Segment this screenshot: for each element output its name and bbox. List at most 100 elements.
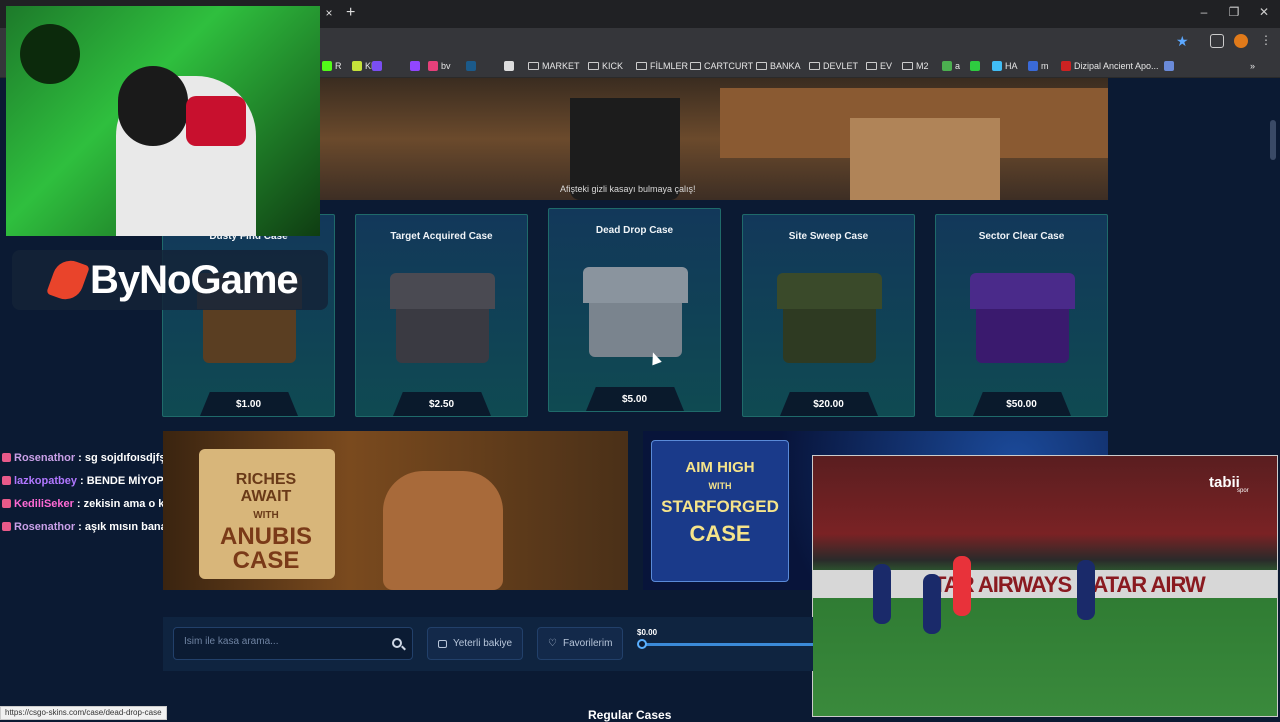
folder-icon bbox=[636, 62, 647, 70]
bookmark-item[interactable]: Dizipal Ancient Apo... bbox=[1061, 61, 1159, 71]
search-input[interactable] bbox=[184, 636, 384, 647]
page-scrollbar[interactable] bbox=[1270, 120, 1276, 160]
search-box[interactable] bbox=[173, 627, 413, 660]
menu-icon[interactable]: ⋮ bbox=[1260, 33, 1272, 47]
case-image bbox=[970, 273, 1075, 363]
bookmark-label: BANKA bbox=[770, 61, 801, 71]
purple-app-icon bbox=[372, 61, 382, 71]
sufficient-balance-button[interactable]: Yeterli bakiye bbox=[427, 627, 524, 660]
bookmark-item[interactable]: m bbox=[1028, 61, 1049, 71]
case-card[interactable]: Site Sweep Case $20.00 bbox=[742, 214, 915, 417]
case-body bbox=[976, 309, 1069, 363]
case-image bbox=[777, 273, 882, 363]
case-body bbox=[783, 309, 876, 363]
minimize-button[interactable]: – bbox=[1192, 5, 1216, 19]
case-card[interactable]: Sector Clear Case $50.00 bbox=[935, 214, 1108, 417]
bookmark-item[interactable]: FİLMLER bbox=[636, 61, 688, 71]
bookmark-item[interactable] bbox=[372, 61, 385, 71]
bookmark-item[interactable]: CARTCURT bbox=[690, 61, 753, 71]
close-tab-button[interactable]: × bbox=[322, 6, 336, 20]
chat-text: : sg sojdıfoısdjfş bbox=[78, 451, 166, 464]
soccer-video-overlay: TAR AIRWAYS QATAR AIRW tabii spor bbox=[812, 455, 1278, 717]
bookmark-item[interactable]: EV bbox=[866, 61, 892, 71]
case-price: $20.00 bbox=[813, 399, 844, 410]
profile-avatar[interactable] bbox=[1234, 34, 1248, 48]
bookmark-item[interactable] bbox=[970, 61, 983, 71]
bookmark-item[interactable] bbox=[504, 61, 517, 71]
chat-username: KediliSeker bbox=[14, 497, 74, 510]
case-price: $50.00 bbox=[1006, 399, 1037, 410]
close-window-button[interactable]: ✕ bbox=[1252, 5, 1276, 19]
bookmark-item[interactable]: MARKET bbox=[528, 61, 580, 71]
bookmark-item[interactable]: BANKA bbox=[756, 61, 801, 71]
circle-icon bbox=[504, 61, 514, 71]
case-lid bbox=[970, 273, 1075, 309]
chat-username: Rosenathor bbox=[14, 451, 76, 464]
bookmark-item[interactable]: R bbox=[322, 61, 342, 71]
starforged-line3: STARFORGED bbox=[661, 497, 779, 516]
case-card[interactable]: Target Acquired Case $2.50 bbox=[355, 214, 528, 417]
player-image bbox=[873, 564, 891, 624]
green-icon bbox=[970, 61, 980, 71]
new-tab-button[interactable]: + bbox=[346, 4, 355, 22]
bookmark-item[interactable]: M2 bbox=[902, 61, 929, 71]
bookmark-label: Dizipal Ancient Apo... bbox=[1074, 61, 1159, 71]
bookmark-label: CARTCURT bbox=[704, 61, 754, 71]
chat-badge-icon bbox=[2, 453, 11, 462]
bynogame-mark-icon bbox=[46, 255, 90, 305]
chat-badge-icon bbox=[2, 522, 11, 531]
bookmark-item[interactable] bbox=[410, 61, 423, 71]
broadcaster-sub: spor bbox=[1237, 488, 1249, 494]
status-url: https://csgo-skins.com/case/dead-drop-ca… bbox=[0, 706, 167, 720]
bookmark-label: FİLMLER bbox=[650, 61, 689, 71]
bookmark-label: KICK bbox=[602, 61, 624, 71]
player-image bbox=[1077, 560, 1095, 620]
case-price: $1.00 bbox=[235, 399, 262, 410]
chat-username: Rosenathor bbox=[14, 520, 76, 533]
price-slider-track[interactable] bbox=[641, 643, 813, 646]
leaf-icon bbox=[942, 61, 952, 71]
player-image bbox=[953, 556, 971, 616]
restore-button[interactable]: ❐ bbox=[1222, 5, 1246, 19]
ha-icon bbox=[992, 61, 1002, 71]
hidden-case-banner[interactable]: Afişteki gizli kasayı bulmaya çalış! bbox=[320, 78, 1108, 200]
banner-caption: Afişteki gizli kasayı bulmaya çalış! bbox=[560, 184, 696, 194]
case-card[interactable]: Dusty Find Case $1.00 bbox=[162, 214, 335, 417]
case-name: Sector Clear Case bbox=[978, 231, 1065, 242]
bookmark-item[interactable]: bv bbox=[428, 61, 451, 71]
price-slider-handle[interactable] bbox=[637, 639, 647, 649]
case-lid bbox=[777, 273, 882, 309]
plant-image bbox=[20, 24, 80, 84]
bookmark-item[interactable] bbox=[1164, 61, 1177, 71]
bookmark-item[interactable] bbox=[466, 61, 479, 71]
anubis-title: ANUBIS CASE bbox=[219, 523, 312, 574]
case-price: $5.00 bbox=[621, 394, 648, 405]
more-bookmarks-button[interactable]: » bbox=[1250, 61, 1255, 71]
bookmark-star-icon[interactable]: ★ bbox=[1176, 33, 1189, 50]
case-name: Dead Drop Case bbox=[595, 225, 674, 236]
case-image bbox=[583, 267, 688, 357]
media-icon[interactable] bbox=[1210, 34, 1224, 48]
chat-text: : aşık mısın bana bbox=[78, 520, 167, 533]
anubis-case-banner[interactable]: RICHES AWAIT WITH ANUBIS CASE bbox=[163, 431, 628, 590]
price-min-label: $0.00 bbox=[637, 628, 658, 637]
bookmark-item[interactable]: HA bbox=[992, 61, 1018, 71]
case-body bbox=[203, 309, 296, 363]
case-card[interactable]: Dead Drop Case $5.00 bbox=[548, 208, 721, 412]
webcam-overlay bbox=[6, 6, 320, 236]
pink-icon bbox=[428, 61, 438, 71]
dizipal-icon bbox=[1061, 61, 1071, 71]
case-body bbox=[589, 303, 682, 357]
search-icon[interactable] bbox=[392, 638, 402, 648]
box-image bbox=[850, 118, 1000, 200]
bookmark-item[interactable]: KICK bbox=[588, 61, 623, 71]
folder-icon bbox=[866, 62, 877, 70]
bookmark-item[interactable]: a bbox=[942, 61, 960, 71]
favorites-button[interactable]: ♡ Favorilerim bbox=[537, 627, 624, 660]
bynogame-logo: ByNoGame bbox=[12, 250, 328, 310]
case-image bbox=[390, 273, 495, 363]
chat-username: lazkopatbey bbox=[14, 474, 77, 487]
chat-badge-icon bbox=[2, 499, 11, 508]
favorites-label: Favorilerim bbox=[562, 638, 613, 649]
bookmark-item[interactable]: DEVLET bbox=[809, 61, 858, 71]
